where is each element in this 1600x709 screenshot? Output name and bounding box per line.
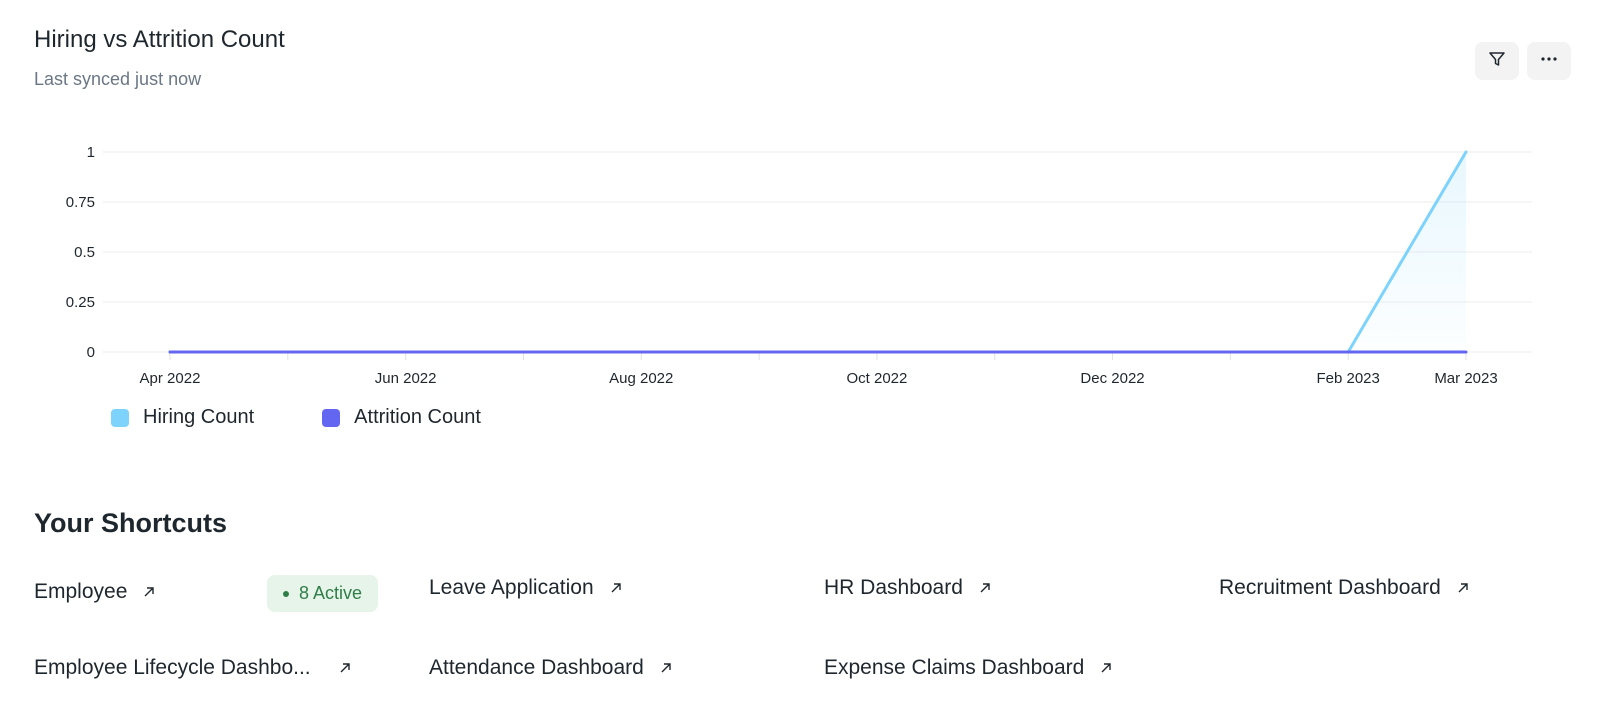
arrow-up-right-icon <box>1098 660 1114 676</box>
more-horizontal-icon <box>1539 49 1559 74</box>
shortcut-label: Employee <box>34 580 128 603</box>
arrow-up-right-icon <box>608 580 624 596</box>
legend-swatch-hiring <box>111 408 129 427</box>
arrow-up-right-icon <box>977 580 993 596</box>
shortcuts-title: Your Shortcuts <box>34 508 228 538</box>
legend-item-hiring[interactable]: Hiring Count <box>111 406 254 429</box>
status-dot <box>283 590 289 597</box>
shortcut-expense-claims-dashboard[interactable]: Expense Claims Dashboard <box>824 656 1114 680</box>
legend-swatch-attrition <box>322 408 341 427</box>
arrow-up-right-icon <box>337 660 353 676</box>
shortcut-employee[interactable]: Employee <box>34 580 157 604</box>
y-tick-label: 0.75 <box>66 194 95 211</box>
x-tick-label: Feb 2023 <box>1316 370 1379 387</box>
shortcut-label: HR Dashboard <box>824 576 963 599</box>
legend-label-hiring: Hiring Count <box>143 406 255 428</box>
badge-label: 8 Active <box>299 583 363 603</box>
y-tick-label: 1 <box>87 144 95 161</box>
x-tick-label: Jun 2022 <box>375 370 437 387</box>
shortcut-label: Leave Application <box>429 576 594 599</box>
shortcut-label: Attendance Dashboard <box>429 656 644 679</box>
filter-button[interactable] <box>1475 42 1519 80</box>
x-tick-label: Oct 2022 <box>846 370 907 387</box>
chart-title: Hiring vs Attrition Count <box>34 26 285 53</box>
shortcut-leave-application[interactable]: Leave Application <box>429 576 624 600</box>
arrow-up-right-icon <box>1455 580 1471 596</box>
shortcut-hr-dashboard[interactable]: HR Dashboard <box>824 576 993 600</box>
shortcut-label: Recruitment Dashboard <box>1219 576 1441 599</box>
chart-card: Hiring vs Attrition Count Last synced ju… <box>0 0 1600 460</box>
filter-icon <box>1487 49 1507 74</box>
y-tick-label: 0.25 <box>66 294 95 311</box>
y-tick-label: 0 <box>87 344 95 361</box>
y-tick-label: 0.5 <box>74 244 95 261</box>
employee-active-badge: 8 Active <box>267 575 379 612</box>
shortcut-label: Expense Claims Dashboard <box>824 656 1085 679</box>
arrow-up-right-icon <box>141 584 157 600</box>
x-tick-label: Apr 2022 <box>140 370 201 387</box>
x-tick-label: Dec 2022 <box>1080 370 1144 387</box>
shortcut-attendance-dashboard[interactable]: Attendance Dashboard <box>429 656 674 680</box>
chart-subtitle: Last synced just now <box>34 69 202 89</box>
chart-legend: Hiring Count Attrition Count <box>111 406 549 429</box>
line-chart: 0 0.25 0.5 0.75 1 Apr 2022 Jun 2022 Aug 2022 Oct… <box>66 144 1532 387</box>
legend-item-attrition[interactable]: Attrition Count <box>322 406 481 429</box>
shortcut-label: Employee Lifecycle Dashbo... <box>34 656 311 679</box>
arrow-up-right-icon <box>658 660 674 676</box>
x-tick-label: Aug 2022 <box>609 370 673 387</box>
more-options-button[interactable] <box>1527 42 1571 80</box>
shortcut-recruitment-dashboard[interactable]: Recruitment Dashboard <box>1219 576 1471 600</box>
legend-label-attrition: Attrition Count <box>354 406 481 428</box>
x-tick-label: Mar 2023 <box>1434 370 1497 387</box>
shortcut-employee-lifecycle-dashboard[interactable]: Employee Lifecycle Dashbo... <box>34 656 353 680</box>
